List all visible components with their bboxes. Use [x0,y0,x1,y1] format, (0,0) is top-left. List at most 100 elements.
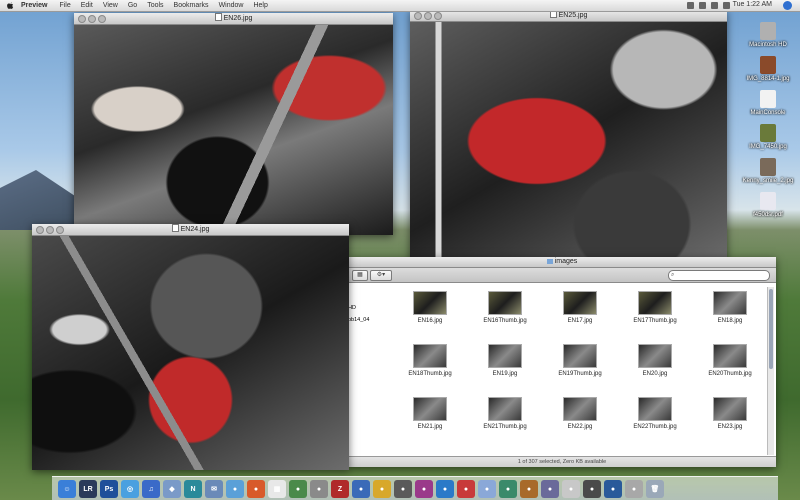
app-icon[interactable]: ● [562,480,580,498]
close-button[interactable] [78,15,86,23]
battery-icon[interactable] [723,2,730,9]
desktop-item[interactable]: IMG_8814-1.jpg [738,56,798,82]
desktop-item[interactable]: f450dsr.pdf [738,192,798,218]
menu-help[interactable]: Help [253,2,267,9]
file-item[interactable]: EN22Thumb.jpg [625,393,685,441]
calendar-icon[interactable]: ▦ [268,480,286,498]
app-icon[interactable]: ● [394,480,412,498]
sidebar-item-disk[interactable]: pb14_04 [348,317,388,323]
image-thumbnail [488,397,522,421]
minimize-button[interactable] [88,15,96,23]
lightroom-icon[interactable]: LR [79,480,97,498]
engine-photo[interactable] [74,25,393,235]
apple-icon[interactable] [6,1,15,10]
wifi-icon[interactable] [699,2,706,9]
menu-clock[interactable]: Tue 1:22 AM [733,1,772,8]
action-menu-button[interactable]: ⚙▾ [370,270,392,281]
app-icon[interactable]: ● [352,480,370,498]
file-item[interactable]: EN19.jpg [475,340,535,388]
safari-icon[interactable]: ◎ [121,480,139,498]
app-icon[interactable]: ● [289,480,307,498]
file-item[interactable]: EN19Thumb.jpg [550,340,610,388]
sidebar-item-hd[interactable]: HD [348,305,356,311]
zoom-button[interactable] [98,15,106,23]
window-title: EN26.jpg [223,15,253,22]
filezilla-icon[interactable]: Z [331,480,349,498]
menu-edit[interactable]: Edit [81,2,93,9]
app-icon[interactable]: ● [625,480,643,498]
app-icon[interactable]: ● [247,480,265,498]
menu-view[interactable]: View [103,2,118,9]
close-button[interactable] [414,12,422,20]
file-item[interactable]: EN17Thumb.jpg [625,287,685,335]
desktop-item-label: MainConsole [750,110,786,116]
file-item[interactable]: EN17.jpg [550,287,610,335]
scroll-thumb[interactable] [769,289,773,369]
mail-icon[interactable]: ✉ [205,480,223,498]
finder-icon[interactable]: ☺ [58,480,76,498]
window-titlebar[interactable]: EN26.jpg [74,13,393,25]
menu-tools[interactable]: Tools [147,2,163,9]
desktop-item[interactable]: IMG_7450.jpg [738,124,798,150]
itunes-icon[interactable]: ♫ [142,480,160,498]
desktop-item[interactable]: Kenny_smile_2.jpg [738,158,798,184]
file-item[interactable]: EN18Thumb.jpg [400,340,460,388]
app-icon[interactable]: ● [499,480,517,498]
volume-icon[interactable] [711,2,718,9]
desktop-item[interactable]: Macintosh HD [738,22,798,48]
preview-window-en24[interactable]: EN24.jpg [32,224,349,470]
file-name: EN18.jpg [717,318,743,324]
finder-titlebar[interactable]: images [348,257,776,268]
preview-window-en25[interactable]: EN25.jpg [410,10,727,260]
zoom-button[interactable] [56,226,64,234]
menu-app-name[interactable]: Preview [21,2,47,9]
close-button[interactable] [36,226,44,234]
search-input[interactable]: ⌕ [668,270,770,281]
file-item[interactable]: EN21.jpg [400,393,460,441]
menu-bookmarks[interactable]: Bookmarks [174,2,209,9]
menu-file[interactable]: File [59,2,70,9]
vertical-scrollbar[interactable] [767,287,774,455]
menu-go[interactable]: Go [128,2,137,9]
nvu-icon[interactable]: N [184,480,202,498]
app-icon[interactable]: ● [541,480,559,498]
app-icon[interactable]: ● [604,480,622,498]
view-mode-button[interactable]: ▦ [352,270,368,281]
file-item[interactable]: EN16Thumb.jpg [475,287,535,335]
file-item[interactable]: EN20.jpg [625,340,685,388]
window-titlebar[interactable]: EN24.jpg [32,224,349,236]
engine-photo[interactable] [32,236,349,470]
desktop-item[interactable]: MainConsole [738,90,798,116]
file-name: EN21.jpg [417,424,443,430]
app-icon[interactable]: ● [583,480,601,498]
file-item[interactable]: EN18.jpg [700,287,760,335]
zoom-button[interactable] [434,12,442,20]
app-icon[interactable]: ● [310,480,328,498]
window-title: EN25.jpg [558,12,588,19]
iphoto-icon[interactable]: ◆ [163,480,181,498]
app-icon[interactable]: ● [226,480,244,498]
preview-window-en26[interactable]: EN26.jpg [74,13,393,235]
image-thumbnail [713,397,747,421]
bluetooth-icon[interactable] [687,2,694,9]
minimize-button[interactable] [46,226,54,234]
finder-window[interactable]: images ▦ ⚙▾ ⌕ EN16.jpg EN16Thumb.jpg EN17.… [348,257,776,467]
file-item[interactable]: EN23.jpg [700,393,760,441]
menu-window[interactable]: Window [219,2,244,9]
file-item[interactable]: EN21Thumb.jpg [475,393,535,441]
photoshop-icon[interactable]: Ps [100,480,118,498]
spotlight-icon[interactable] [783,1,792,10]
app-icon[interactable]: ● [478,480,496,498]
file-item[interactable]: EN20Thumb.jpg [700,340,760,388]
app-icon[interactable]: ● [373,480,391,498]
app-icon[interactable]: ● [520,480,538,498]
file-item[interactable]: EN22.jpg [550,393,610,441]
app-icon[interactable]: ● [436,480,454,498]
engine-photo[interactable] [410,22,727,260]
app-icon[interactable]: ● [457,480,475,498]
app-icon[interactable]: ● [415,480,433,498]
minimize-button[interactable] [424,12,432,20]
trash-icon[interactable]: 🗑 [646,480,664,498]
file-item[interactable]: EN16.jpg [400,287,460,335]
image-thumbnail [638,344,672,368]
